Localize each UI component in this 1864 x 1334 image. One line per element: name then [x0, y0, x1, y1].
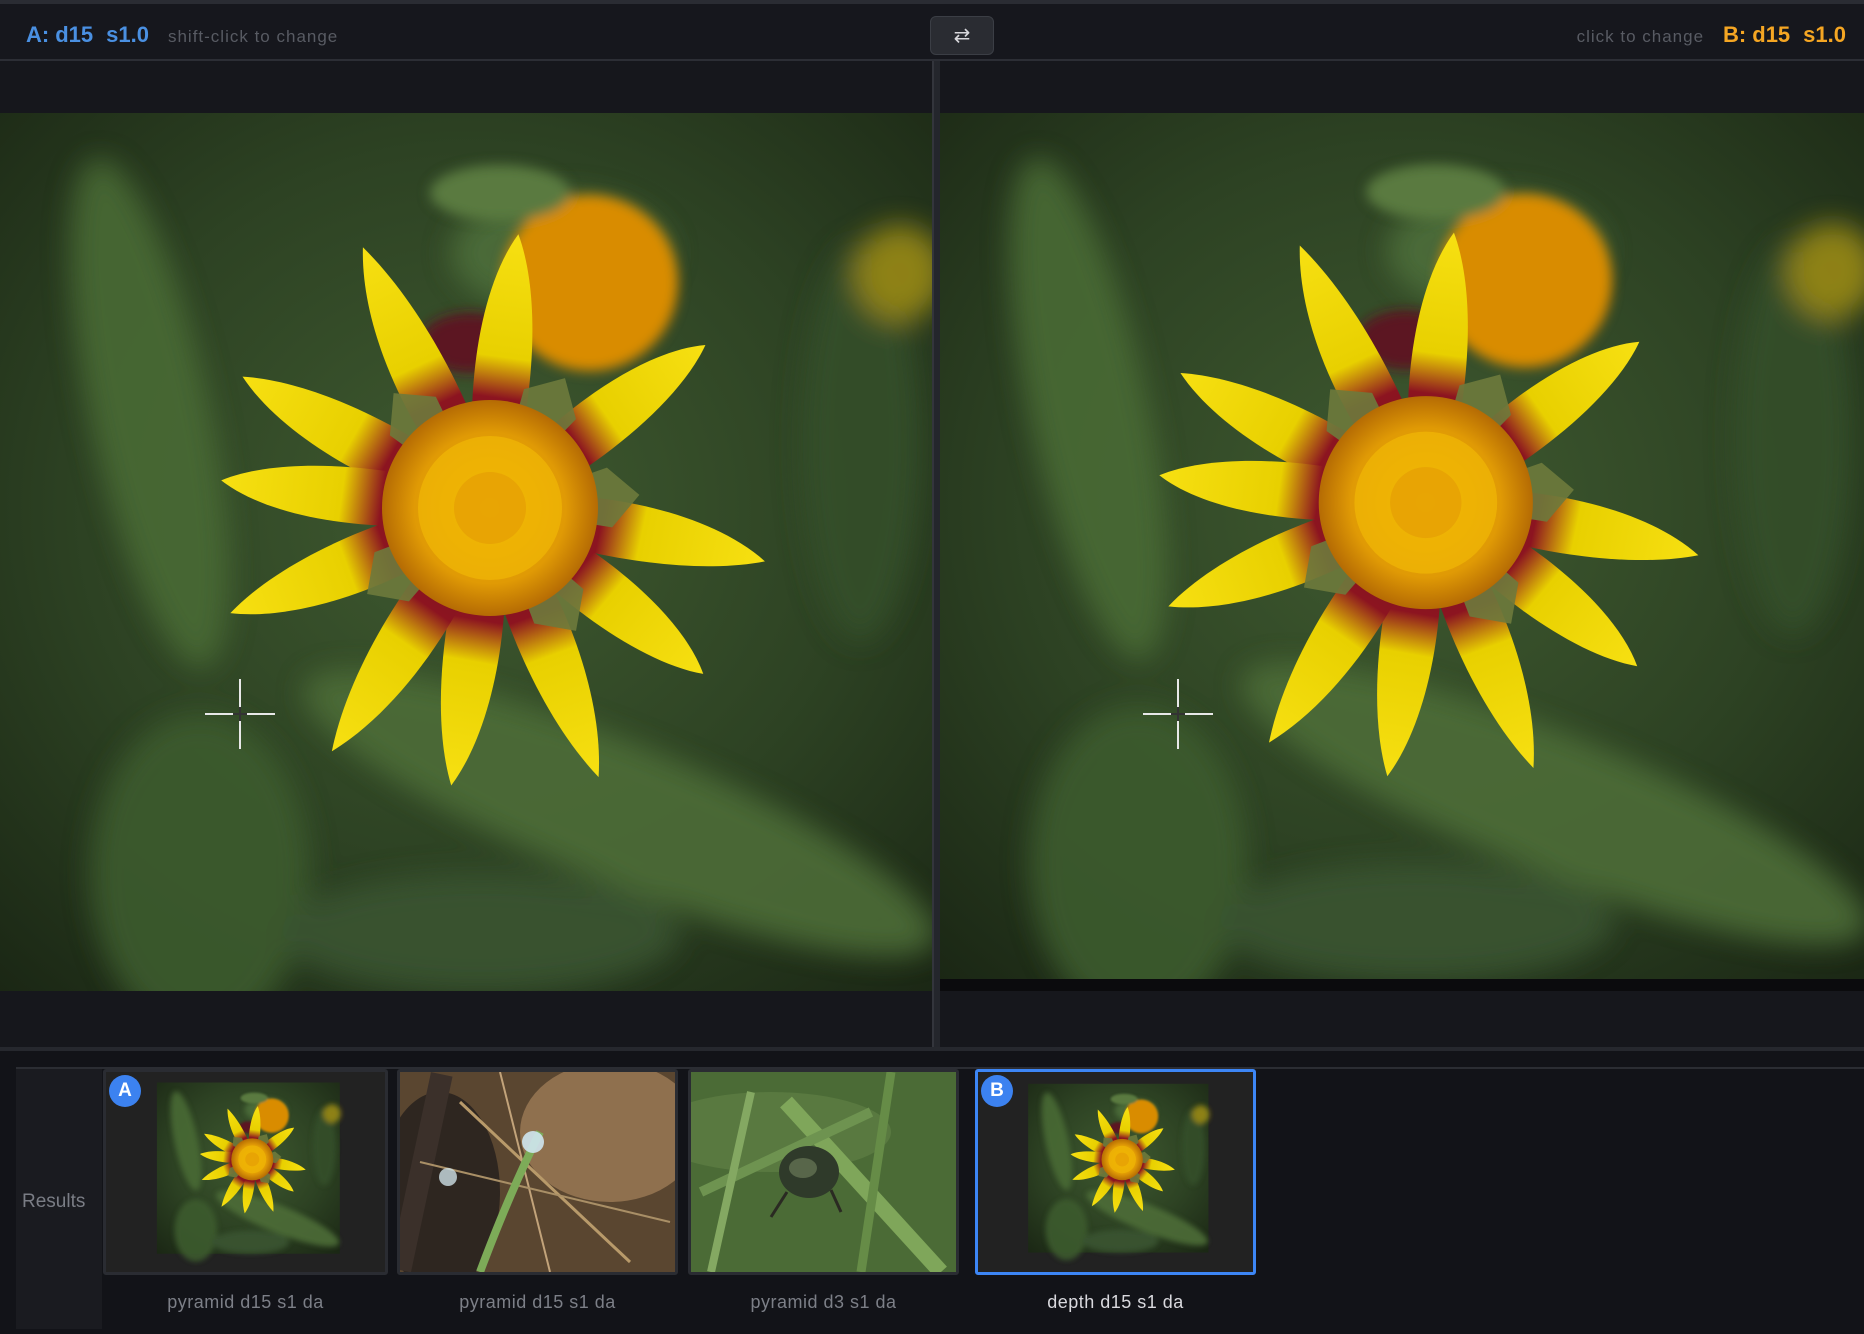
water-droplet-thumbnail: [400, 1072, 675, 1272]
compare-a-label[interactable]: A: d15 s1.0 shift-click to change: [26, 22, 338, 48]
viewer-pane-a[interactable]: [0, 61, 932, 1047]
badge-a: A: [109, 1075, 141, 1107]
results-strip: Results A pyramid d15 s1 da pyramid d15 …: [16, 1067, 1864, 1329]
swap-ab-button[interactable]: ⇄: [930, 16, 994, 55]
compare-a-scale: s1.0: [106, 22, 149, 47]
thumb-frame[interactable]: A: [103, 1069, 388, 1275]
beetle-thumbnail: [691, 1072, 956, 1272]
thumb-caption: pyramid d15 s1 da: [167, 1292, 324, 1312]
thumb-frame[interactable]: [397, 1069, 678, 1275]
thumb-caption: pyramid d15 s1 da: [459, 1292, 616, 1312]
result-thumb[interactable]: A pyramid d15 s1 da: [103, 1069, 400, 1313]
compare-b-scale: s1.0: [1803, 22, 1846, 47]
image-b-bottom-edge: [940, 979, 1864, 991]
flower-thumbnail: [106, 1072, 385, 1272]
compare-a-hint: shift-click to change: [167, 27, 339, 46]
image-a[interactable]: [0, 113, 932, 991]
compare-toolbar: A: d15 s1.0 shift-click to change ⇄ clic…: [0, 0, 1864, 61]
compare-b-depth: d15: [1752, 22, 1791, 47]
crosshair-icon: [205, 679, 275, 749]
thumb-caption: depth d15 s1 da: [1047, 1292, 1184, 1312]
compare-b-prefix: B:: [1723, 22, 1747, 47]
compare-a-depth: d15: [55, 22, 94, 47]
results-label: Results: [16, 1069, 102, 1329]
result-thumb-selected[interactable]: B depth d15 s1 da: [975, 1069, 1256, 1313]
result-thumb[interactable]: pyramid d3 s1 da: [688, 1069, 971, 1313]
viewer-pane-b[interactable]: [940, 61, 1864, 1047]
compare-b-hint: click to change: [1576, 27, 1705, 46]
results-panel: Results A pyramid d15 s1 da pyramid d15 …: [0, 1047, 1864, 1334]
badge-b: B: [981, 1075, 1013, 1107]
swap-icon: ⇄: [953, 25, 971, 47]
flower-thumbnail: [978, 1072, 1253, 1272]
thumb-frame[interactable]: B: [975, 1069, 1256, 1275]
flower-photo: [0, 113, 932, 991]
compare-a-prefix: A:: [26, 22, 50, 47]
flower-photo: [940, 113, 1864, 979]
image-b[interactable]: [940, 113, 1864, 979]
thumb-caption: pyramid d3 s1 da: [750, 1292, 897, 1312]
thumb-frame[interactable]: [688, 1069, 959, 1275]
split-divider[interactable]: [932, 61, 940, 1047]
compare-b-label[interactable]: click to change B: d15 s1.0: [1577, 22, 1846, 48]
crosshair-icon: [1143, 679, 1213, 749]
result-thumb[interactable]: pyramid d15 s1 da: [397, 1069, 690, 1313]
